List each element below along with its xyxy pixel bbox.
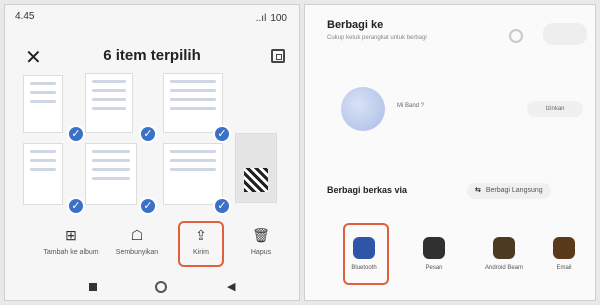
bottom-action-bar: ⊞ Tambah ke album ☖ Sembunyikan ⇪ Kirim … <box>5 221 299 269</box>
trash-icon: 🗑 <box>252 227 270 243</box>
recents-icon[interactable] <box>89 283 97 291</box>
app-label: Email <box>556 265 572 271</box>
check-icon[interactable]: ✓ <box>67 197 85 215</box>
selected-thumbnails: ✓ ✓ ✓ ✓ ✓ ✓ <box>23 73 281 215</box>
check-icon[interactable]: ✓ <box>139 125 157 143</box>
action-label: Tambah ke album <box>43 249 99 256</box>
add-to-album-button[interactable]: ⊞ Tambah ke album <box>41 227 101 256</box>
action-label: Sembunyikan <box>115 249 159 256</box>
share-title: Berbagi ke <box>327 19 384 31</box>
messages-icon <box>423 237 445 259</box>
check-icon[interactable]: ✓ <box>67 125 85 143</box>
hide-icon: ☖ <box>130 227 144 243</box>
back-icon[interactable]: ◀ <box>227 280 235 293</box>
bluetooth-highlight <box>343 223 389 285</box>
action-label: Hapus <box>250 249 272 256</box>
system-nav-bar: ◀ <box>5 280 299 294</box>
direct-share-label: Berbagi Langsung <box>485 187 543 194</box>
app-label: Android Beam <box>484 265 524 271</box>
direct-share-icon: ⇆ <box>475 187 481 194</box>
direct-share-button[interactable]: ⇆ Berbagi Langsung <box>467 183 551 199</box>
gallery-selection-screen: 4.45 ..ıl 100 ✕ 6 item terpilih ✓ ✓ ✓ ✓ … <box>4 4 300 301</box>
thumbnail[interactable] <box>85 73 133 133</box>
email-icon <box>553 237 575 259</box>
status-bar: 4.45 ..ıl 100 <box>15 11 287 25</box>
hide-button[interactable]: ☖ Sembunyikan <box>107 227 167 256</box>
selection-toolbar: ✕ 6 item terpilih <box>5 43 299 73</box>
share-sheet: Berbagi ke Cukup ketuk perangkat untuk b… <box>304 4 596 301</box>
thumbnail[interactable] <box>85 143 137 205</box>
thumbnail[interactable] <box>163 143 223 205</box>
device-name: Mi Band ? <box>397 103 425 109</box>
check-icon[interactable]: ✓ <box>213 125 231 143</box>
toggle-pill[interactable] <box>543 23 587 45</box>
delete-button[interactable]: 🗑 Hapus <box>231 227 291 256</box>
android-beam-app[interactable]: Android Beam <box>479 237 529 271</box>
nearby-device-avatar[interactable] <box>341 87 385 131</box>
select-all-icon[interactable] <box>271 49 285 63</box>
status-time: 4.45 <box>15 11 35 22</box>
share-via-title: Berbagi berkas via <box>327 185 408 195</box>
check-icon[interactable]: ✓ <box>139 197 157 215</box>
allow-button[interactable]: Izinkan <box>527 101 583 117</box>
page-title: 6 item terpilih <box>103 47 201 64</box>
home-icon[interactable] <box>155 281 167 293</box>
send-highlight <box>178 221 224 267</box>
thumbnail[interactable] <box>235 133 277 203</box>
settings-icon[interactable] <box>509 29 523 43</box>
add-album-icon: ⊞ <box>65 227 77 243</box>
email-app[interactable]: Email <box>539 237 589 271</box>
android-beam-icon <box>493 237 515 259</box>
messages-app[interactable]: Pesan <box>409 237 459 271</box>
share-app-row: Bluetooth Pesan Android Beam Email <box>305 223 595 287</box>
thumbnail[interactable] <box>23 75 63 133</box>
battery-icon: 100 <box>270 12 287 24</box>
app-label: Pesan <box>425 265 443 271</box>
check-icon[interactable]: ✓ <box>213 197 231 215</box>
thumbnail[interactable] <box>23 143 63 205</box>
qr-code-image <box>244 168 268 192</box>
thumbnail[interactable] <box>163 73 223 133</box>
signal-icon: ..ıl <box>255 12 267 24</box>
share-subtitle: Cukup ketuk perangkat untuk berbagi <box>327 35 427 41</box>
